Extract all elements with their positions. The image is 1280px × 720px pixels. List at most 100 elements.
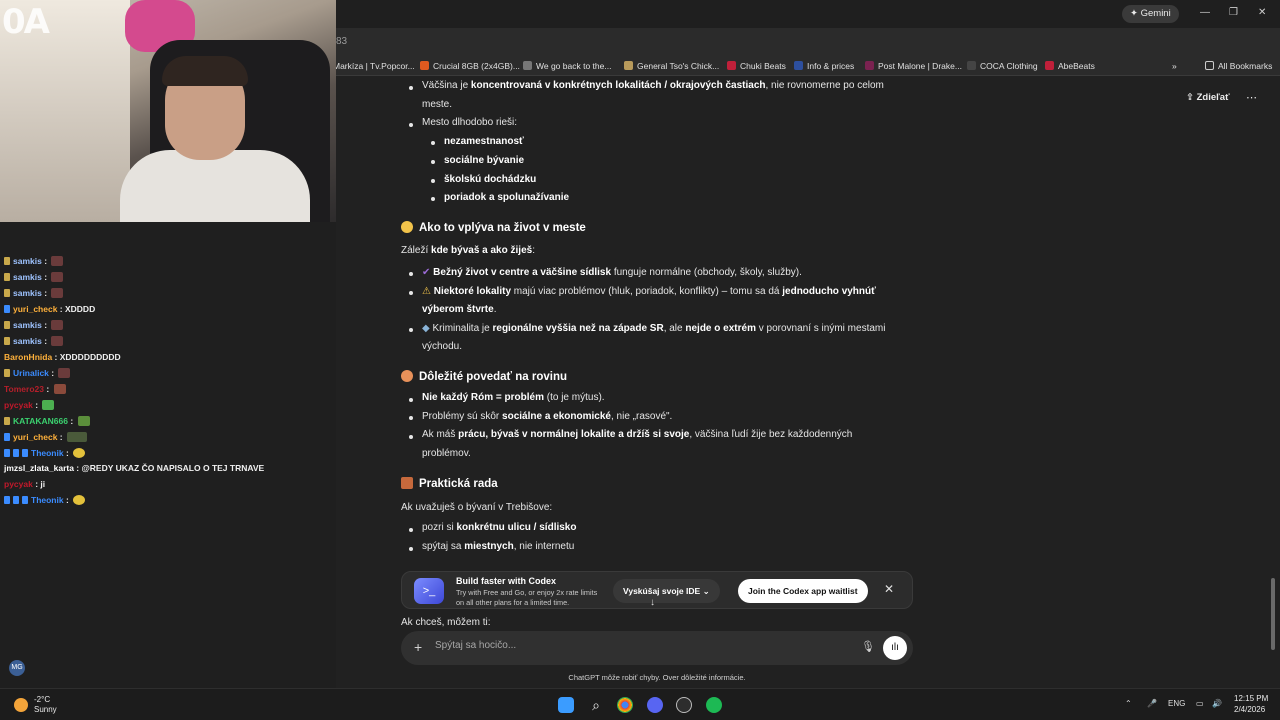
chat-username[interactable]: samkis [13, 256, 42, 266]
chat-badge-icon [4, 417, 10, 425]
bookmark-4[interactable]: Chuki Beats [727, 61, 786, 71]
prompt-input[interactable] [435, 640, 835, 651]
all-bookmarks[interactable]: All Bookmarks [1205, 61, 1272, 71]
bookmark-5[interactable]: Info & prices [794, 61, 854, 71]
chat-badge-icon [22, 449, 28, 457]
close-window-button[interactable]: ✕ [1258, 7, 1266, 18]
chat-username[interactable]: Theonik [31, 495, 64, 505]
bullet-icon [409, 398, 413, 402]
bookmarks-overflow-icon[interactable]: » [1172, 61, 1177, 71]
bookmark-0[interactable]: Markíza | Tv.Popcor... [333, 61, 415, 71]
bookmark-label: COCA Clothing [980, 61, 1038, 71]
bookmark-favicon [523, 61, 532, 70]
chat-emote-icon [53, 384, 66, 394]
gemini-button[interactable]: ✦ Gemini [1122, 5, 1179, 23]
answer-text-line: Problémy sú skôr sociálne a ekonomické, … [422, 411, 673, 422]
tray-chevron-up-icon[interactable]: ⌃ [1125, 699, 1132, 708]
answer-text-line: spýtaj sa miestnych, nie internetu [422, 541, 575, 552]
bookmark-label: AbeBeats [1058, 61, 1095, 71]
weather-temp[interactable]: -2°C [34, 695, 50, 704]
app-icon[interactable] [676, 697, 692, 713]
chat-message: Urinalick : [4, 368, 71, 378]
chat-username[interactable]: Urinalick [13, 368, 49, 378]
chat-message: BaronHnida : XDDDDDDDDD [4, 352, 121, 362]
weather-sun-icon[interactable] [14, 698, 28, 712]
tray-volume-icon[interactable]: 🔊 [1212, 699, 1222, 708]
start-windows-icon[interactable] [558, 697, 574, 713]
tray-language[interactable]: ENG [1168, 699, 1185, 708]
chat-username[interactable]: jmzsl_zlata_karta [4, 463, 74, 473]
bookmark-2[interactable]: We go back to the... [523, 61, 611, 71]
yellow-circle-icon [401, 221, 413, 233]
close-icon[interactable]: ✕ [884, 582, 894, 596]
more-options-icon[interactable]: ⋯ [1246, 91, 1257, 104]
chat-message: samkis : [4, 336, 64, 346]
bookmark-3[interactable]: General Tso's Chick... [624, 61, 719, 71]
answer-text-line: Mesto dlhodobo rieši: [422, 117, 518, 128]
cam-shirt [120, 150, 310, 222]
windows-taskbar: -2°C Sunny ⌕ ⌃ 🎤 ENG ▭ 🔊 12:15 PM 2/4/20… [0, 688, 1280, 720]
bookmark-7[interactable]: COCA Clothing [967, 61, 1038, 71]
chat-username[interactable]: KATAKAN666 [13, 416, 68, 426]
minimize-button[interactable]: — [1200, 7, 1210, 18]
plus-icon[interactable]: + [414, 639, 422, 655]
chrome-icon[interactable] [617, 697, 633, 713]
chat-username[interactable]: samkis [13, 320, 42, 330]
clock-time[interactable]: 12:15 PM [1234, 694, 1268, 703]
bookmark-8[interactable]: AbeBeats [1045, 61, 1095, 71]
chat-username[interactable]: pycyak [4, 479, 33, 489]
chat-username[interactable]: yuri_check [13, 304, 57, 314]
webcam-overlay: 0A [0, 0, 336, 222]
answer-text-line: problémov. [422, 448, 471, 459]
scrollbar[interactable] [1271, 578, 1275, 650]
tray-mic-icon[interactable]: 🎤 [1147, 699, 1157, 708]
chat-emote-icon [73, 495, 86, 505]
try-ide-button[interactable]: Vyskúšaj svoje IDE ⌄ [613, 579, 720, 603]
microphone-icon[interactable]: 🎙 [861, 640, 875, 653]
join-waitlist-button[interactable]: Join the Codex app waitlist [738, 579, 868, 603]
chat-username[interactable]: BaronHnida [4, 352, 52, 362]
chat-username[interactable]: samkis [13, 288, 42, 298]
share-button[interactable]: ⇪ Zdieľať [1186, 92, 1230, 103]
answer-text-line: Väčšina je koncentrovaná v konkrétnych l… [422, 80, 884, 91]
scroll-down-arrow-icon[interactable]: ↓ [650, 597, 655, 608]
bookmark-label: Chuki Beats [740, 61, 786, 71]
sub-item: sociálne bývanie [444, 155, 525, 166]
police-light-icon: ◆ [422, 323, 433, 334]
bullet-icon [431, 141, 435, 145]
chat-username[interactable]: samkis [13, 336, 42, 346]
chat-username[interactable]: Tomero23 [4, 384, 44, 394]
discord-icon[interactable] [647, 697, 663, 713]
sub-item: nezamestnanosť [444, 136, 524, 147]
bullet-icon [409, 86, 413, 90]
chat-message: Tomero23 : [4, 384, 66, 394]
answer-text-line: Záleží kde bývaš a ako žiješ: [401, 245, 535, 256]
codex-title: Build faster with Codex [456, 576, 557, 586]
answer-text-line: ✔ Bežný život v centre a väčšine sídlisk… [422, 267, 802, 278]
bookmark-6[interactable]: Post Malone | Drake... [865, 61, 962, 71]
gemini-label: Gemini [1140, 8, 1171, 19]
codex-logo-icon: >_ [414, 578, 444, 604]
mg-avatar[interactable]: MG [9, 660, 25, 676]
weather-desc[interactable]: Sunny [34, 705, 57, 714]
bookmark-favicon [420, 61, 429, 70]
sub-item: školskú dochádzku [444, 174, 537, 185]
spotify-icon[interactable] [706, 697, 722, 713]
chat-badge-icon [4, 321, 10, 329]
chat-username[interactable]: samkis [13, 272, 42, 282]
chat-message: Theonik : [4, 448, 86, 458]
chat-username[interactable]: Theonik [31, 448, 64, 458]
bookmark-1[interactable]: Crucial 8GB (2x4GB)... [420, 61, 520, 71]
bookmark-label: General Tso's Chick... [637, 61, 720, 71]
url-text[interactable]: 83 [336, 36, 347, 47]
chat-username[interactable]: yuri_check [13, 432, 57, 442]
voice-mode-button[interactable]: ılı [883, 636, 907, 660]
chat-emote-icon [51, 336, 64, 346]
tray-network-icon[interactable]: ▭ [1196, 699, 1204, 708]
bullet-icon [409, 123, 413, 127]
search-icon[interactable]: ⌕ [588, 697, 604, 713]
chat-username[interactable]: pycyak [4, 400, 33, 410]
bookmark-label: Post Malone | Drake... [878, 61, 962, 71]
clock-date[interactable]: 2/4/2026 [1234, 705, 1265, 714]
maximize-button[interactable]: ❐ [1229, 7, 1238, 18]
